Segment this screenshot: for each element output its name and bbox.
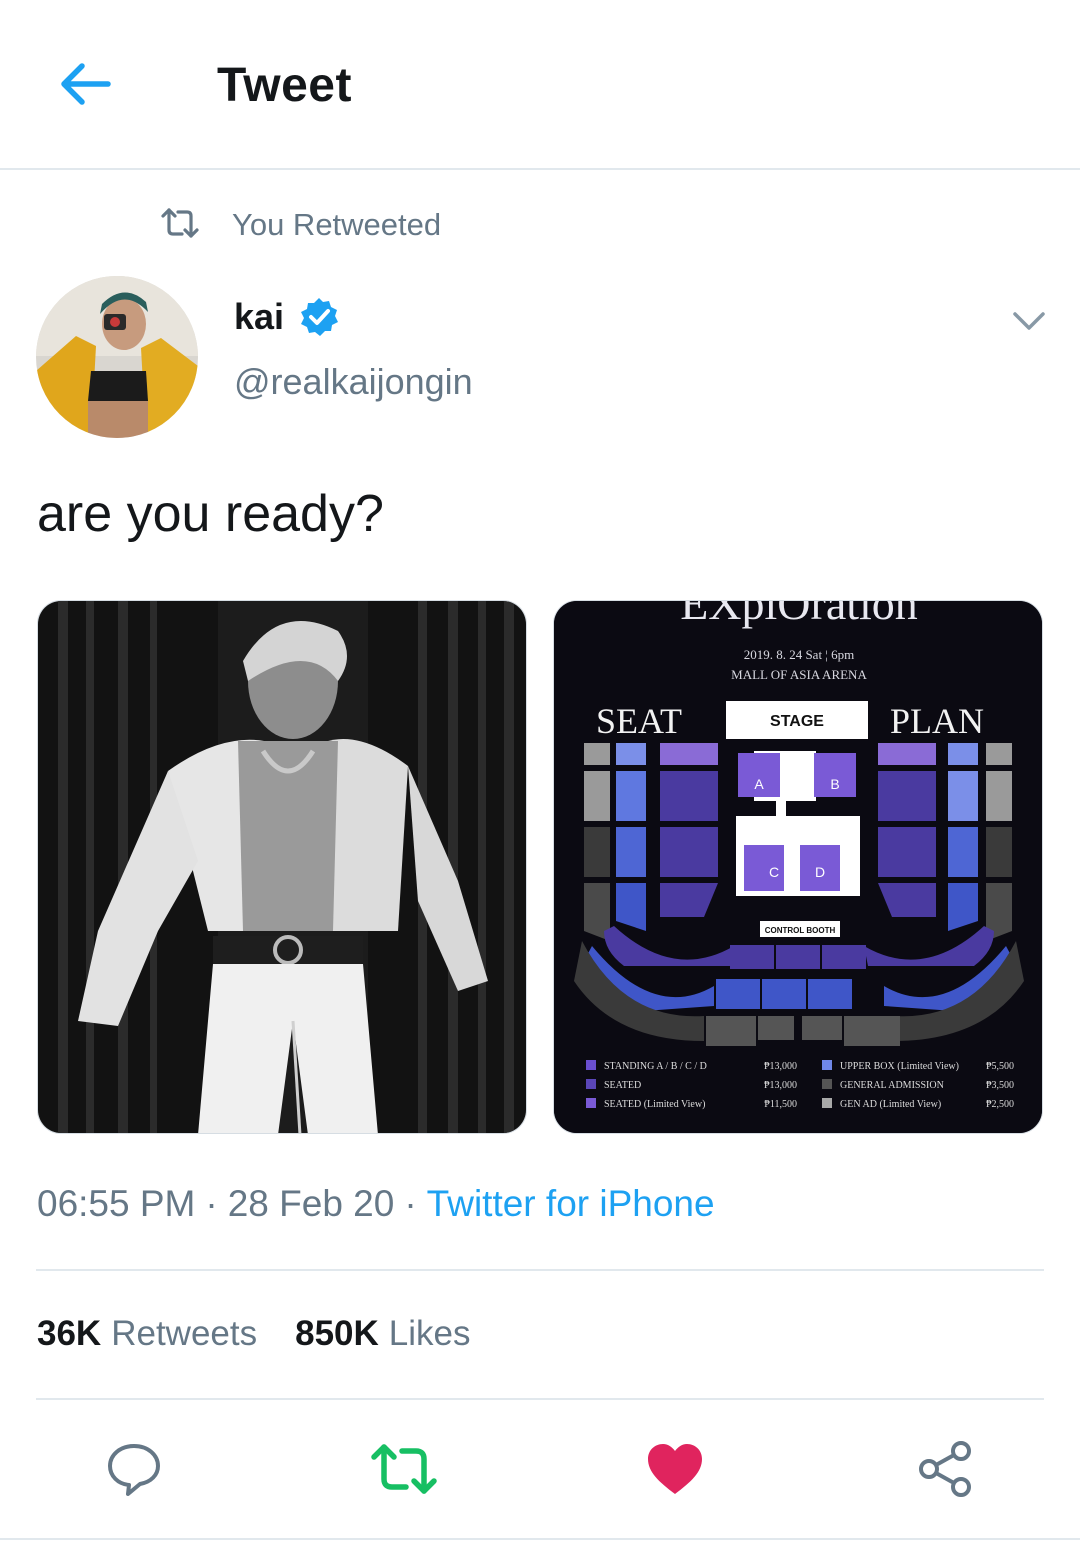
- legend-price: ₱13,000: [764, 1080, 797, 1091]
- tweet-actions: [0, 1434, 1080, 1504]
- author-name-row[interactable]: kai: [234, 296, 340, 338]
- retweet-context-label: You Retweeted: [232, 207, 442, 242]
- meta-separator: ·: [205, 1183, 218, 1224]
- legend-price: ₱5,500: [986, 1061, 1014, 1072]
- retweets-stat[interactable]: 36K Retweets: [37, 1314, 257, 1354]
- floor-label-d: D: [815, 864, 825, 880]
- floor-label-b: B: [830, 776, 839, 792]
- poster-title: EXplOration: [680, 601, 918, 629]
- author-handle[interactable]: @realkaijongin: [234, 361, 473, 403]
- back-arrow-icon[interactable]: [52, 52, 116, 116]
- legend-label: SEATED (Limited View): [604, 1099, 705, 1110]
- retweet-small-icon: [160, 206, 200, 245]
- retweets-label: Retweets: [111, 1314, 258, 1353]
- retweet-context: You Retweeted: [160, 200, 441, 250]
- retweets-count: 36K: [37, 1314, 102, 1353]
- legend-swatch: [586, 1079, 596, 1089]
- likes-label: Likes: [388, 1314, 471, 1353]
- tweet-source-link[interactable]: Twitter for iPhone: [427, 1183, 715, 1225]
- tweet-stats: 36K Retweets 850K Likes: [37, 1314, 471, 1354]
- legend-price: ₱13,000: [764, 1061, 797, 1072]
- divider: [36, 1398, 1044, 1400]
- legend-swatch: [822, 1060, 832, 1070]
- legend-price: ₱11,500: [764, 1099, 797, 1110]
- tweet-meta: 06:55 PM · 28 Feb 20 · Twitter for iPhon…: [37, 1183, 715, 1225]
- tweet-text: are you ready?: [37, 485, 384, 543]
- media-seat-plan-poster[interactable]: EXplOration 2019. 8. 24 Sat ¦ 6pm MALL O…: [553, 600, 1043, 1134]
- tweet-time: 06:55 PM: [37, 1183, 196, 1224]
- top-app-bar: Tweet: [0, 0, 1080, 170]
- legend-swatch: [586, 1060, 596, 1070]
- legend-label: GENERAL ADMISSION: [840, 1080, 944, 1091]
- poster-stage-label: STAGE: [770, 713, 824, 730]
- legend-label: GEN AD (Limited View): [840, 1099, 941, 1110]
- avatar[interactable]: [36, 276, 198, 438]
- retweet-icon[interactable]: [369, 1434, 439, 1504]
- legend-label: UPPER BOX (Limited View): [840, 1061, 959, 1072]
- likes-stat[interactable]: 850K Likes: [295, 1314, 470, 1354]
- control-booth-label: CONTROL BOOTH: [765, 926, 836, 935]
- author-name[interactable]: kai: [234, 296, 284, 338]
- meta-separator: ·: [404, 1183, 417, 1224]
- media-photo-performer[interactable]: [37, 600, 527, 1134]
- tweet-date: 28 Feb 20: [227, 1183, 395, 1224]
- poster-venue: MALL OF ASIA ARENA: [731, 667, 867, 682]
- legend-swatch: [586, 1098, 596, 1108]
- legend-label: STANDING A / B / C / D: [604, 1061, 707, 1072]
- reply-icon[interactable]: [99, 1434, 169, 1504]
- poster-date: 2019. 8. 24 Sat ¦ 6pm: [744, 647, 855, 662]
- legend-label: SEATED: [604, 1080, 641, 1091]
- floor-label-a: A: [754, 776, 764, 792]
- legend-swatch: [822, 1079, 832, 1089]
- legend-swatch: [822, 1098, 832, 1108]
- poster-plan-word: PLAN: [890, 701, 984, 741]
- page-title: Tweet: [217, 59, 352, 112]
- floor-standing-areas: A B C D: [736, 739, 860, 896]
- likes-count: 850K: [295, 1314, 379, 1353]
- verified-badge-icon: [298, 296, 340, 338]
- share-icon[interactable]: [910, 1434, 980, 1504]
- legend-price: ₱2,500: [986, 1099, 1014, 1110]
- like-heart-icon[interactable]: [640, 1434, 710, 1504]
- floor-label-c: C: [769, 864, 779, 880]
- divider: [36, 1269, 1044, 1271]
- chevron-down-icon[interactable]: [1005, 300, 1053, 340]
- poster-seat-word: SEAT: [596, 701, 682, 741]
- divider: [0, 1538, 1080, 1540]
- legend-price: ₱3,500: [986, 1080, 1014, 1091]
